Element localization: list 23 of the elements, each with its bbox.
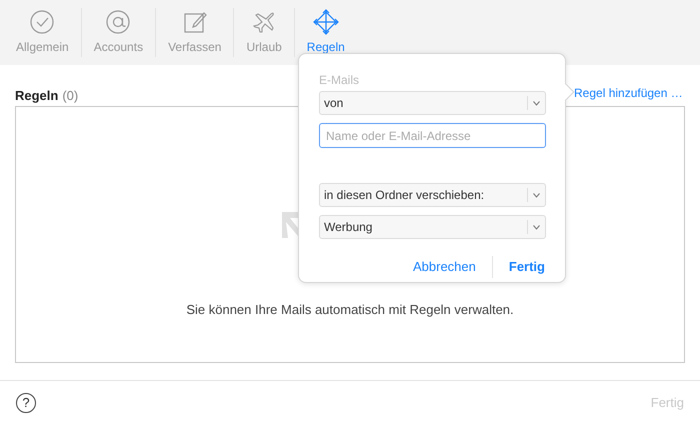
address-field[interactable]: Name oder E-Mail-Adresse (319, 123, 546, 148)
empty-message: Sie können Ihre Mails automatisch mit Regeln verwalten. (186, 300, 514, 319)
chevron-icon (533, 192, 540, 198)
toolbar-tab[interactable]: Urlaub (234, 0, 294, 65)
add-rule-link[interactable]: Regel hinzufügen … (574, 84, 683, 102)
toolbar-tab[interactable]: Allgemein (4, 0, 81, 65)
toolbar-tab[interactable]: Verfassen (156, 0, 234, 65)
section-label: E-Mails (319, 72, 360, 89)
section-title: Regeln (15, 86, 58, 105)
chevron-icon (533, 100, 540, 106)
cancel-button[interactable]: Abbrechen (412, 257, 476, 277)
toolbar-tab[interactable]: Regeln (294, 0, 357, 65)
chevron-icon (533, 224, 540, 230)
toolbar-tab[interactable]: Accounts (82, 0, 156, 65)
dropdown[interactable]: Werbung (319, 215, 546, 239)
dropdown[interactable]: von (319, 91, 546, 115)
arrows-icon (312, 9, 339, 35)
at-sign-icon (105, 9, 132, 35)
confirm-button[interactable]: Fertig (508, 257, 545, 277)
help-button[interactable]: ? (16, 392, 36, 412)
rule-count: (0) (62, 86, 78, 105)
dropdown[interactable]: in diesen Ordner verschieben: (319, 183, 546, 207)
checkmark-icon (29, 9, 56, 35)
